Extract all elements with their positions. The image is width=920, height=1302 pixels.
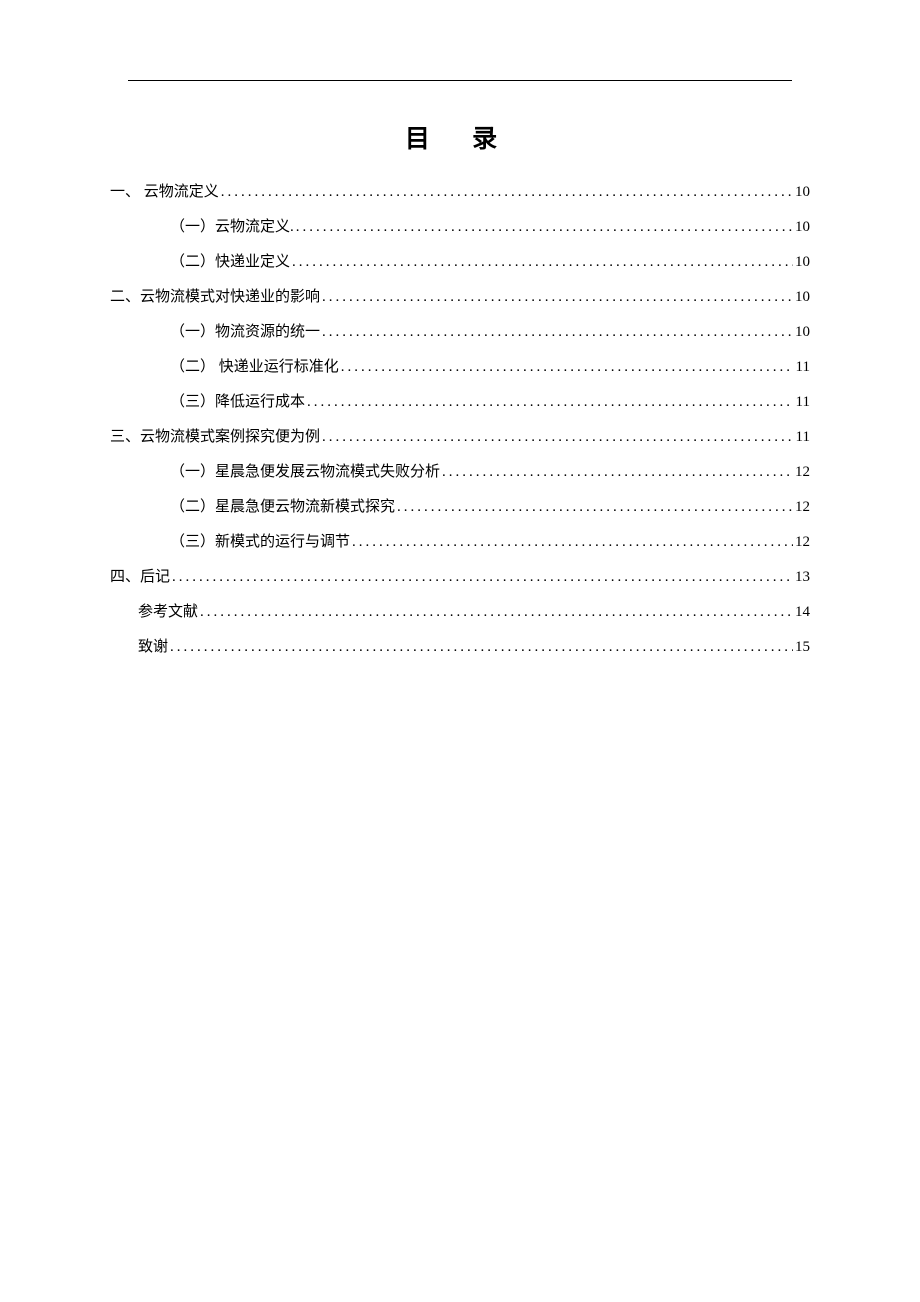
- toc-entry: 参考文献 14: [110, 605, 810, 620]
- toc-entry: （三）新模式的运行与调节 12: [110, 535, 810, 550]
- toc-entry-page: 10: [795, 185, 810, 200]
- toc-entry-leader: [200, 605, 793, 620]
- toc-entry-page: 12: [795, 535, 810, 550]
- toc-entry-page: 12: [795, 465, 810, 480]
- toc-entry-label: 参考文献: [138, 605, 198, 620]
- toc-entry-page: 11: [796, 395, 810, 410]
- toc-entry-page: 10: [795, 290, 810, 305]
- toc-entry-label: 一、 云物流定义: [110, 185, 219, 200]
- toc-entry: （二）星晨急便云物流新模式探究 12: [110, 500, 810, 515]
- toc-entry-label: （二）星晨急便云物流新模式探究: [170, 500, 395, 515]
- toc-entry: （二） 快递业运行标准化 11: [110, 360, 810, 375]
- toc-entry-page: 11: [796, 430, 810, 445]
- toc-entry: 一、 云物流定义 10: [110, 185, 810, 200]
- toc-entry-page: 11: [796, 360, 810, 375]
- toc-entry-leader: [170, 640, 793, 655]
- toc-entry: （二）快递业定义 10: [110, 255, 810, 270]
- toc-entry-label: 三、云物流模式案例探究便为例: [110, 430, 320, 445]
- toc-entry-leader: [322, 430, 794, 445]
- toc-entry-leader: [221, 185, 793, 200]
- toc-entry-page: 10: [795, 325, 810, 340]
- toc-entry: （三）降低运行成本 11: [110, 395, 810, 410]
- toc-entry-leader: [341, 360, 794, 375]
- toc-entry-label: 致谢: [138, 640, 168, 655]
- toc-entry-label: （二） 快递业运行标准化: [170, 360, 339, 375]
- toc-entry-leader: [442, 465, 793, 480]
- toc-entry-leader: [292, 255, 793, 270]
- toc-entry: 四、后记 13: [110, 570, 810, 585]
- toc-entry: 二、云物流模式对快递业的影响 10: [110, 290, 810, 305]
- toc-entry-label: （三）新模式的运行与调节: [170, 535, 350, 550]
- toc-entry-label: （一）星晨急便发展云物流模式失败分析: [170, 465, 440, 480]
- toc-entry: 致谢 15: [110, 640, 810, 655]
- toc-container: 一、 云物流定义 10（一）云物流定义.10（二）快递业定义10二、云物流模式对…: [110, 185, 810, 655]
- toc-entry-label: （三）降低运行成本: [170, 395, 305, 410]
- toc-title: 目 录: [110, 119, 810, 155]
- toc-entry-label: （一）云物流定义.: [170, 220, 294, 235]
- toc-entry-label: （一）物流资源的统一: [170, 325, 320, 340]
- toc-entry: （一）物流资源的统一 10: [110, 325, 810, 340]
- toc-entry: （一）星晨急便发展云物流模式失败分析 12: [110, 465, 810, 480]
- header-divider: [128, 80, 792, 81]
- toc-entry: 三、云物流模式案例探究便为例 11: [110, 430, 810, 445]
- toc-entry-page: 10: [795, 255, 810, 270]
- toc-entry-leader: [322, 290, 793, 305]
- toc-entry-leader: [322, 325, 793, 340]
- toc-entry: （一）云物流定义. 10: [110, 220, 810, 235]
- toc-entry-label: 四、后记: [110, 570, 170, 585]
- toc-entry-page: 15: [795, 640, 810, 655]
- toc-entry-leader: [307, 395, 794, 410]
- toc-entry-leader: [296, 220, 793, 235]
- toc-entry-label: （二）快递业定义: [170, 255, 290, 270]
- toc-entry-label: 二、云物流模式对快递业的影响: [110, 290, 320, 305]
- toc-entry-page: 12: [795, 500, 810, 515]
- toc-entry-page: 13: [795, 570, 810, 585]
- toc-entry-leader: [352, 535, 793, 550]
- toc-entry-page: 14: [795, 605, 810, 620]
- toc-entry-leader: [172, 570, 793, 585]
- toc-entry-leader: [397, 500, 793, 515]
- toc-entry-page: 10: [795, 220, 810, 235]
